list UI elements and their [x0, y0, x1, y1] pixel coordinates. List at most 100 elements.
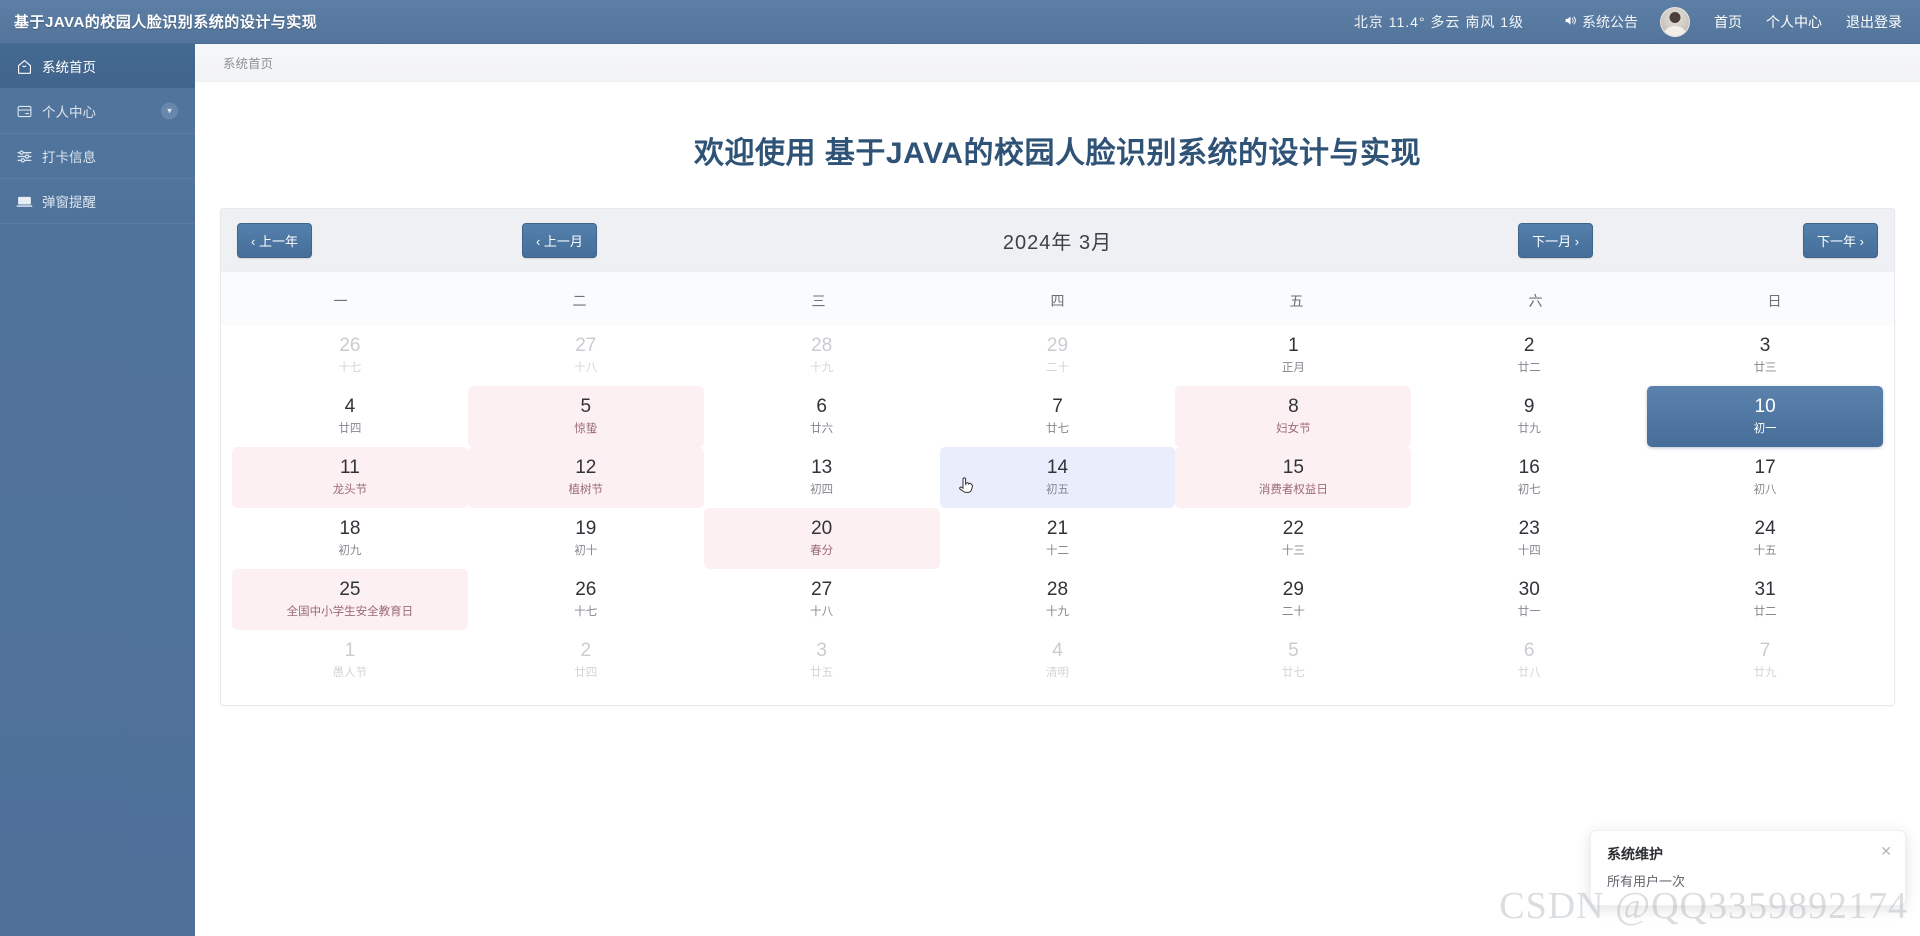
calendar-day-cell[interactable]: 27十八: [468, 325, 704, 386]
calendar-day-cell[interactable]: 8妇女节: [1175, 386, 1411, 447]
calendar-day-cell[interactable]: 3廿三: [1647, 325, 1883, 386]
calendar-day-number: 17: [1755, 457, 1776, 480]
next-year-button[interactable]: 下一年 ›: [1803, 223, 1878, 258]
mouse-cursor-icon: [958, 477, 974, 495]
calendar-day-cell[interactable]: 30廿一: [1411, 569, 1647, 630]
calendar-day-lunar: 十七: [338, 362, 361, 376]
calendar-day-cell[interactable]: 6廿八: [1411, 630, 1647, 691]
calendar-day-cell[interactable]: 1正月: [1175, 325, 1411, 386]
nav-home[interactable]: 首页: [1714, 12, 1742, 32]
calendar-day-number: 15: [1283, 457, 1304, 480]
calendar-day-cell[interactable]: 2廿二: [1411, 325, 1647, 386]
nav-logout[interactable]: 退出登录: [1846, 12, 1902, 32]
calendar-day-lunar: 妇女节: [1276, 423, 1311, 437]
calendar-day-number: 28: [1047, 579, 1068, 602]
calendar-day-cell[interactable]: 31廿二: [1647, 569, 1883, 630]
monitor-icon: [16, 193, 33, 210]
calendar-day-cell[interactable]: 3廿五: [704, 630, 940, 691]
calendar-day-number: 5: [580, 396, 591, 419]
sidebar-item-home[interactable]: 系统首页: [0, 44, 195, 89]
calendar-day-number: 7: [1052, 396, 1063, 419]
calendar-day-lunar: 消费者权益日: [1259, 484, 1328, 498]
calendar-day-cell[interactable]: 24十五: [1647, 508, 1883, 569]
avatar[interactable]: [1660, 7, 1690, 37]
calendar-day-cell[interactable]: 15 消费者权益日: [1175, 447, 1411, 508]
calendar-day-cell[interactable]: 12植树节: [468, 447, 704, 508]
calendar-day-cell[interactable]: 22十三: [1175, 508, 1411, 569]
calendar-day-cell[interactable]: 5 惊蛰: [468, 386, 704, 447]
calendar-day-cell[interactable]: 28十九: [940, 569, 1176, 630]
calendar-day-cell[interactable]: 28十九: [704, 325, 940, 386]
calendar-day-lunar: 廿二: [1518, 362, 1541, 376]
calendar-day-cell[interactable]: 17初八: [1647, 447, 1883, 508]
calendar-day-lunar: 清明: [1046, 667, 1069, 681]
sidebar-item-checkin[interactable]: 打卡信息: [0, 134, 195, 179]
calendar-day-cell[interactable]: 26十七: [232, 325, 468, 386]
weekday-tue: 二: [460, 272, 699, 325]
calendar-day-cell[interactable]: 23十四: [1411, 508, 1647, 569]
home-icon: [16, 58, 33, 75]
calendar-day-number: 22: [1283, 518, 1304, 541]
page-title: 欢迎使用 基于JAVA的校园人脸识别系统的设计与实现: [195, 128, 1920, 172]
calendar-day-cell[interactable]: 26十七: [468, 569, 704, 630]
calendar-day-cell[interactable]: 4 清明: [940, 630, 1176, 691]
calendar-day-cell[interactable]: 20春分: [704, 508, 940, 569]
calendar-day-cell[interactable]: 21十二: [940, 508, 1176, 569]
calendar-day-cell[interactable]: 4廿四: [232, 386, 468, 447]
calendar-day-number: 3: [1760, 335, 1771, 358]
calendar-day-number: 4: [345, 396, 356, 419]
id-card-icon: [16, 103, 33, 120]
calendar-day-number: 5: [1288, 640, 1299, 663]
nav-profile[interactable]: 个人中心: [1766, 12, 1822, 32]
calendar-day-cell[interactable]: 1愚人节: [232, 630, 468, 691]
calendar-day-lunar: 十八: [574, 362, 597, 376]
system-announcement-button[interactable]: 系统公告: [1564, 12, 1638, 32]
calendar-day-cell[interactable]: 19初十: [468, 508, 704, 569]
next-month-button[interactable]: 下一月 ›: [1518, 223, 1593, 258]
calendar-day-cell[interactable]: 25全国中小学生安全教育日: [232, 569, 468, 630]
calendar-day-cell[interactable]: 6廿六: [704, 386, 940, 447]
calendar-day-number: 14: [1047, 457, 1068, 480]
calendar-day-lunar: 十二: [1046, 545, 1069, 559]
sidebar-item-profile[interactable]: 个人中心 ▾: [0, 89, 195, 134]
calendar-day-lunar: 二十: [1046, 362, 1069, 376]
breadcrumb-current: 系统首页: [223, 53, 273, 72]
calendar-day-lunar: 十四: [1518, 545, 1541, 559]
breadcrumb: 系统首页: [195, 44, 1920, 82]
calendar-day-cell[interactable]: 29二十: [1175, 569, 1411, 630]
calendar-day-cell[interactable]: 11龙头节: [232, 447, 468, 508]
sidebar-item-popup-reminder[interactable]: 弹窗提醒: [0, 179, 195, 224]
close-icon[interactable]: ✕: [1880, 844, 1892, 858]
calendar-day-cell[interactable]: 16初七: [1411, 447, 1647, 508]
calendar-day-cell[interactable]: 14初五: [940, 447, 1176, 508]
calendar-day-cell[interactable]: 18初九: [232, 508, 468, 569]
calendar-day-cell[interactable]: 27十八: [704, 569, 940, 630]
prev-year-button[interactable]: ‹ 上一年: [237, 223, 312, 258]
weekday-wed: 三: [699, 272, 938, 325]
calendar-day-cell[interactable]: 7廿九: [1647, 630, 1883, 691]
calendar-day-lunar: 廿二: [1754, 606, 1777, 620]
calendar-day-lunar: 惊蛰: [574, 423, 597, 437]
prev-month-button[interactable]: ‹ 上一月: [522, 223, 597, 258]
calendar-day-cell[interactable]: 2廿四: [468, 630, 704, 691]
calendar-day-cell[interactable]: 10初一: [1647, 386, 1883, 447]
calendar-day-number: 11: [340, 457, 360, 480]
calendar-day-lunar: 植树节: [569, 484, 604, 498]
calendar-day-lunar: 全国中小学生安全教育日: [287, 606, 414, 620]
calendar-day-cell[interactable]: 7廿七: [940, 386, 1176, 447]
calendar-day-cell[interactable]: 29二十: [940, 325, 1176, 386]
chevron-down-icon[interactable]: ▾: [161, 103, 178, 120]
calendar-day-lunar: 廿五: [810, 667, 833, 681]
app-brand-title: 基于JAVA的校园人脸识别系统的设计与实现: [0, 11, 240, 32]
calendar-day-cell[interactable]: 9廿九: [1411, 386, 1647, 447]
system-toast: 系统维护 所有用户一次 ✕: [1590, 830, 1906, 906]
top-header: 基于JAVA的校园人脸识别系统的设计与实现 北京 11.4° 多云 南风 1级 …: [0, 0, 1920, 44]
calendar-day-cell[interactable]: 5廿七: [1175, 630, 1411, 691]
calendar-day-number: 4: [1052, 640, 1063, 663]
calendar-day-lunar: 廿一: [1518, 606, 1541, 620]
calendar-day-lunar: 十五: [1754, 545, 1777, 559]
page-root: 基于JAVA的校园人脸识别系统的设计与实现 北京 11.4° 多云 南风 1级 …: [0, 0, 1920, 936]
system-announcement-label: 系统公告: [1582, 12, 1638, 32]
calendar-day-number: 29: [1283, 579, 1304, 602]
calendar-day-cell[interactable]: 13初四: [704, 447, 940, 508]
